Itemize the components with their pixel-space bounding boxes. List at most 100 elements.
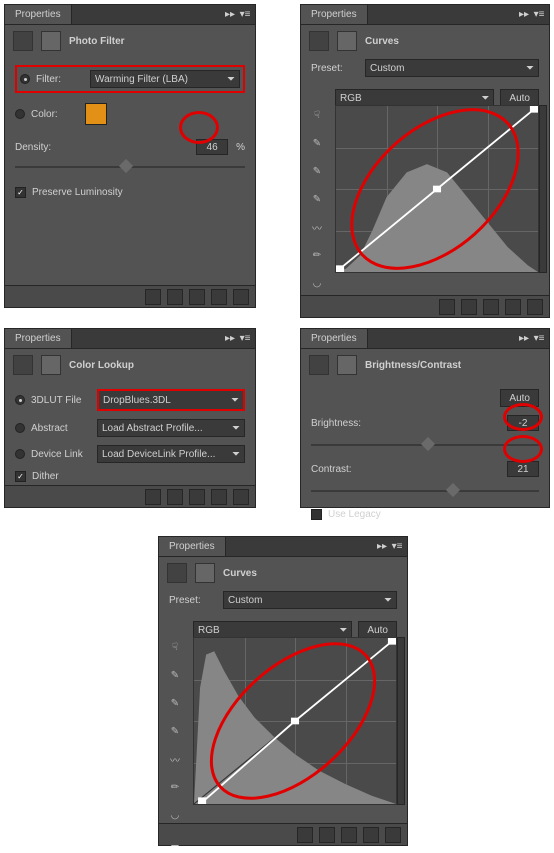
preset-label: Preset: [169,595,217,606]
preset-value: Custom [370,63,404,74]
filter-label: Filter: [36,74,84,85]
collapse-icon[interactable]: ▸▸ [376,541,388,553]
collapse-icon[interactable]: ▸▸ [518,333,530,345]
brightness-input[interactable]: -2 [507,415,539,431]
white-point-icon[interactable]: ✎ [165,665,185,685]
flyout-menu-icon[interactable]: ▾≡ [533,9,545,21]
reset-icon[interactable] [189,489,205,505]
panel-title: Brightness/Contrast [365,360,461,371]
mask-icon[interactable] [41,355,61,375]
visibility-icon[interactable] [505,299,521,315]
dither-label: Dither [32,471,59,482]
reset-icon[interactable] [483,299,499,315]
flyout-menu-icon[interactable]: ▾≡ [239,9,251,21]
panel-title: Photo Filter [69,36,125,47]
panel-footer [5,485,255,507]
view-previous-icon[interactable] [167,289,183,305]
devicelink-dropdown[interactable]: Load DeviceLink Profile...⏷ [97,445,245,463]
tab-bar: Properties ▸▸▾≡ [5,329,255,349]
reset-icon[interactable] [341,827,357,843]
gray-point-icon[interactable]: ✎ [165,693,185,713]
black-point-icon[interactable]: ✎ [307,189,327,209]
channel-value: RGB [198,625,220,636]
mask-icon[interactable] [337,31,357,51]
contrast-slider[interactable] [311,485,539,497]
visibility-icon[interactable] [211,289,227,305]
white-point-icon[interactable]: ✎ [307,133,327,153]
photo-filter-panel: Properties ▸▸ ▾≡ Photo Filter Filter: Wa… [4,4,256,308]
flyout-menu-icon[interactable]: ▾≡ [533,333,545,345]
abstract-radio[interactable] [15,423,25,433]
mask-icon[interactable] [195,563,215,583]
abstract-dropdown[interactable]: Load Abstract Profile...⏷ [97,419,245,437]
trash-icon[interactable] [385,827,401,843]
smooth-icon[interactable]: ◡ [165,805,185,825]
filter-radio[interactable] [20,74,30,84]
filter-dropdown[interactable]: Warming Filter (LBA)⏷ [90,70,240,88]
color-swatch[interactable] [85,103,107,125]
view-previous-icon[interactable] [461,299,477,315]
curve-tool-icon[interactable]: 〰 [165,749,185,769]
preserve-luminosity-checkbox[interactable]: ✓ [15,187,26,198]
targeted-adjustment-icon[interactable]: ☟ [165,637,185,657]
curve-graph[interactable] [335,105,539,273]
properties-tab[interactable]: Properties [301,5,368,24]
preset-value: Custom [228,595,262,606]
preset-dropdown[interactable]: Custom⏷ [365,59,539,77]
3dlut-radio[interactable] [15,395,25,405]
clip-icon[interactable] [145,489,161,505]
curve-scrollbar[interactable] [539,105,547,273]
collapse-icon[interactable]: ▸▸ [224,9,236,21]
color-radio[interactable] [15,109,25,119]
trash-icon[interactable] [527,299,543,315]
use-legacy-checkbox[interactable] [311,509,322,520]
clip-icon[interactable] [145,289,161,305]
adjustment-icon [309,31,329,51]
devicelink-radio[interactable] [15,449,25,459]
properties-tab[interactable]: Properties [5,5,72,24]
view-previous-icon[interactable] [167,489,183,505]
trash-icon[interactable] [233,289,249,305]
collapse-icon[interactable]: ▸▸ [518,9,530,21]
tab-bar: Properties ▸▸▾≡ [159,537,407,557]
reset-icon[interactable] [189,289,205,305]
tab-bar: Properties ▸▸▾≡ [301,329,549,349]
collapse-icon[interactable]: ▸▸ [224,333,236,345]
targeted-adjustment-icon[interactable]: ☟ [307,105,327,125]
mask-icon[interactable] [337,355,357,375]
pencil-tool-icon[interactable]: ✏ [307,245,327,265]
contrast-input[interactable]: 21 [507,461,539,477]
flyout-menu-icon[interactable]: ▾≡ [239,333,251,345]
auto-button[interactable]: Auto [500,389,539,407]
panel-footer [301,295,549,317]
panel-footer [159,823,407,845]
visibility-icon[interactable] [363,827,379,843]
gray-point-icon[interactable]: ✎ [307,161,327,181]
3dlut-dropdown[interactable]: DropBlues.3DL⏷ [97,389,245,411]
brightness-slider[interactable] [311,439,539,451]
mask-icon[interactable] [41,31,61,51]
density-input[interactable]: 46 [196,139,228,155]
adjustment-icon [13,355,33,375]
color-label: Color: [31,109,79,120]
properties-tab[interactable]: Properties [301,329,368,348]
flyout-menu-icon[interactable]: ▾≡ [391,541,403,553]
curve-tool-icon[interactable]: 〰 [307,217,327,237]
clip-icon[interactable] [439,299,455,315]
view-previous-icon[interactable] [319,827,335,843]
properties-tab[interactable]: Properties [159,537,226,556]
properties-tab[interactable]: Properties [5,329,72,348]
preset-dropdown[interactable]: Custom⏷ [223,591,397,609]
smooth-icon[interactable]: ◡ [307,273,327,293]
black-point-icon[interactable]: ✎ [165,721,185,741]
density-slider[interactable] [15,161,245,173]
tab-bar: Properties ▸▸ ▾≡ [5,5,255,25]
curve-scrollbar[interactable] [397,637,405,805]
clip-icon[interactable] [297,827,313,843]
panel-title: Curves [223,568,257,579]
curve-graph[interactable] [193,637,397,805]
dither-checkbox[interactable]: ✓ [15,471,26,482]
pencil-tool-icon[interactable]: ✏ [165,777,185,797]
visibility-icon[interactable] [211,489,227,505]
trash-icon[interactable] [233,489,249,505]
